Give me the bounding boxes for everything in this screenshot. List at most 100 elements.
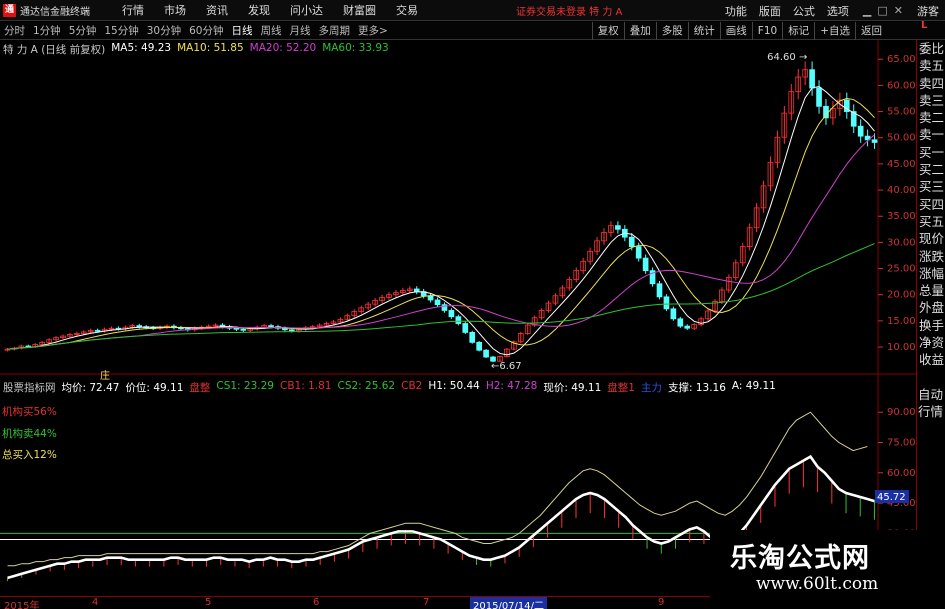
watermark: 乐淘公式网 www.60lt.com (710, 530, 920, 602)
quote-label[interactable]: 卖三 (917, 92, 945, 109)
login-notice[interactable]: 证券交易未登录 特 力 A (516, 3, 622, 18)
quote-label[interactable]: 外盘 (917, 299, 945, 316)
window-buttons: ▁ □ ✕ (855, 4, 911, 17)
period-tab[interactable]: 30分钟 (143, 23, 185, 38)
indicator-item: CS1: 23.29 (216, 380, 274, 392)
candle-body (628, 236, 635, 247)
ma10-label: MA10: 51.85 (177, 42, 244, 54)
quote-label[interactable]: 卖四 (917, 75, 945, 92)
period-tab[interactable]: 5分钟 (65, 23, 101, 38)
chart-title: 特 力 A (日线 前复权) (3, 44, 106, 56)
candle-body (677, 318, 684, 327)
maximize-icon[interactable]: □ (877, 4, 887, 17)
quote-label[interactable]: 买四 (917, 196, 945, 213)
y-tick-label: 15.00 (887, 316, 916, 327)
quote-label[interactable]: 涨跌 (917, 248, 945, 265)
menu-news[interactable]: 资讯 (196, 2, 238, 18)
minimize-icon[interactable]: ▁ (863, 4, 871, 17)
toolbar-button[interactable]: 返回 (855, 22, 887, 40)
menu-discover[interactable]: 发现 (238, 2, 280, 18)
period-tab[interactable]: 更多> (354, 23, 392, 38)
candle-body (476, 341, 482, 351)
quote-label[interactable]: 买二 (917, 161, 945, 178)
period-tab[interactable]: 1分钟 (29, 23, 65, 38)
auto-label[interactable]: 自动 (916, 386, 945, 403)
menu-layout[interactable]: 版面 (753, 3, 787, 19)
quote-label[interactable]: 换手 (917, 317, 945, 334)
toolbar-button[interactable]: 统计 (687, 22, 720, 40)
toolbar-button[interactable]: 画线 (719, 22, 752, 40)
period-tab[interactable]: 分时 (0, 23, 29, 38)
trading-terminal: { "app": { "name": "通达信金融终端", "logo_char… (0, 0, 945, 609)
guest-label[interactable]: 游客 (911, 3, 945, 19)
toolbar-button[interactable]: 标记 (782, 22, 814, 40)
quote-label[interactable]: 涨幅 (917, 265, 945, 282)
menu-quotes[interactable]: 行情 (112, 2, 154, 18)
period-tab[interactable]: 多周期 (315, 23, 355, 38)
quote-label[interactable]: 卖五 (917, 57, 945, 74)
candle-body (268, 325, 274, 328)
quote-label[interactable]: 收益 (917, 351, 945, 368)
logo-icon: 通 (3, 3, 16, 17)
candle-body (663, 296, 670, 310)
y-tick-label: 20.00 (887, 290, 916, 301)
chart-toolbar: 复权 叠加 多股 统计 画线 F10 标记 +自选 返回 (591, 22, 887, 40)
toolbar-button[interactable]: 多股 (655, 22, 688, 40)
quote-label[interactable]: 买三 (917, 178, 945, 195)
candle-body (455, 316, 462, 324)
x-tick: 7 (423, 597, 430, 608)
indicator-item: 主力 (640, 382, 662, 394)
indicator-item: H2: 47.28 (485, 380, 538, 392)
period-tab[interactable]: 周线 (257, 23, 286, 38)
toolbar-button[interactable]: F10 (751, 22, 782, 40)
quote-label[interactable]: 净资 (917, 334, 945, 351)
indicator-legend: 股票指标网 均价: 72.47 价位: 49.11 盘整 CS1: 23.29 … (3, 380, 776, 395)
toolbar-button[interactable]: 复权 (591, 22, 624, 40)
ma20-label: MA20: 52.20 (249, 42, 317, 54)
indicator-item: 支撑: 13.16 (667, 382, 726, 394)
quote-label[interactable]: 卖一 (917, 126, 945, 143)
menu-market[interactable]: 市场 (154, 2, 196, 18)
menu-options[interactable]: 选项 (821, 3, 855, 19)
ma60-label: MA60: 33.93 (322, 42, 389, 54)
y-tick-label: 30.00 (887, 237, 916, 248)
inst-buy-label: 机构买56% (2, 406, 57, 418)
current-value-label: 45.72 (877, 492, 906, 503)
chart-canvas[interactable]: 10.00 15.00 20.00 25.00 30.00 35.00 40.00 45.00… (0, 40, 916, 596)
ind-y-tick-label: 60.00 (887, 468, 916, 479)
indicator-item: CB1: 1.81 (280, 380, 332, 392)
inst-sell-label: 机构卖44% (2, 428, 57, 440)
menu-function[interactable]: 功能 (719, 3, 753, 19)
toolbar-button[interactable]: +自选 (814, 22, 855, 40)
quote-label[interactable]: 行情 (916, 403, 945, 420)
close-icon[interactable]: ✕ (894, 4, 903, 17)
y-tick-label: 45.00 (887, 159, 916, 170)
ma-legend: 特 力 A (日线 前复权) MA5: 49.23 MA10: 51.85 MA… (3, 42, 389, 57)
quote-label[interactable]: 卖二 (917, 109, 945, 126)
candle-body (642, 257, 649, 272)
y-tick-label: 50.00 (887, 133, 916, 144)
indicator-item: CB2 (401, 380, 423, 392)
menu-bar: 通 通达信金融终端 行情 市场 资讯 发现 问小达 财富圈 交易 证券交易未登录… (0, 0, 945, 21)
quote-label[interactable]: 买五 (917, 213, 945, 230)
app-name: 通达信金融终端 (20, 6, 90, 18)
indicator-item: 盘整1 (607, 382, 635, 394)
y-tick-label: 10.00 (887, 342, 916, 353)
menu-formula[interactable]: 公式 (787, 3, 821, 19)
quote-label[interactable]: 现价 (917, 230, 945, 247)
period-tab[interactable]: 15分钟 (100, 23, 142, 38)
toolbar-button[interactable]: 叠加 (623, 22, 656, 40)
period-tab-active[interactable]: 日线 (228, 23, 257, 38)
menu-ask[interactable]: 问小达 (280, 2, 333, 18)
panel-indicator: L (921, 20, 928, 31)
period-tab[interactable]: 60分钟 (185, 23, 227, 38)
zhuang-marker: 庄 (100, 371, 110, 382)
menu-wealth[interactable]: 财富圈 (333, 2, 386, 18)
quote-label[interactable]: 总量 (917, 282, 945, 299)
quote-label[interactable]: 委比 (917, 40, 945, 57)
menu-trade[interactable]: 交易 (386, 2, 428, 18)
period-tab[interactable]: 月线 (286, 23, 315, 38)
right-menu: 功能 版面 公式 选项 ▁ □ ✕ 游客 (719, 0, 945, 21)
quote-label[interactable]: 买一 (917, 144, 945, 161)
candle-body (462, 323, 469, 333)
